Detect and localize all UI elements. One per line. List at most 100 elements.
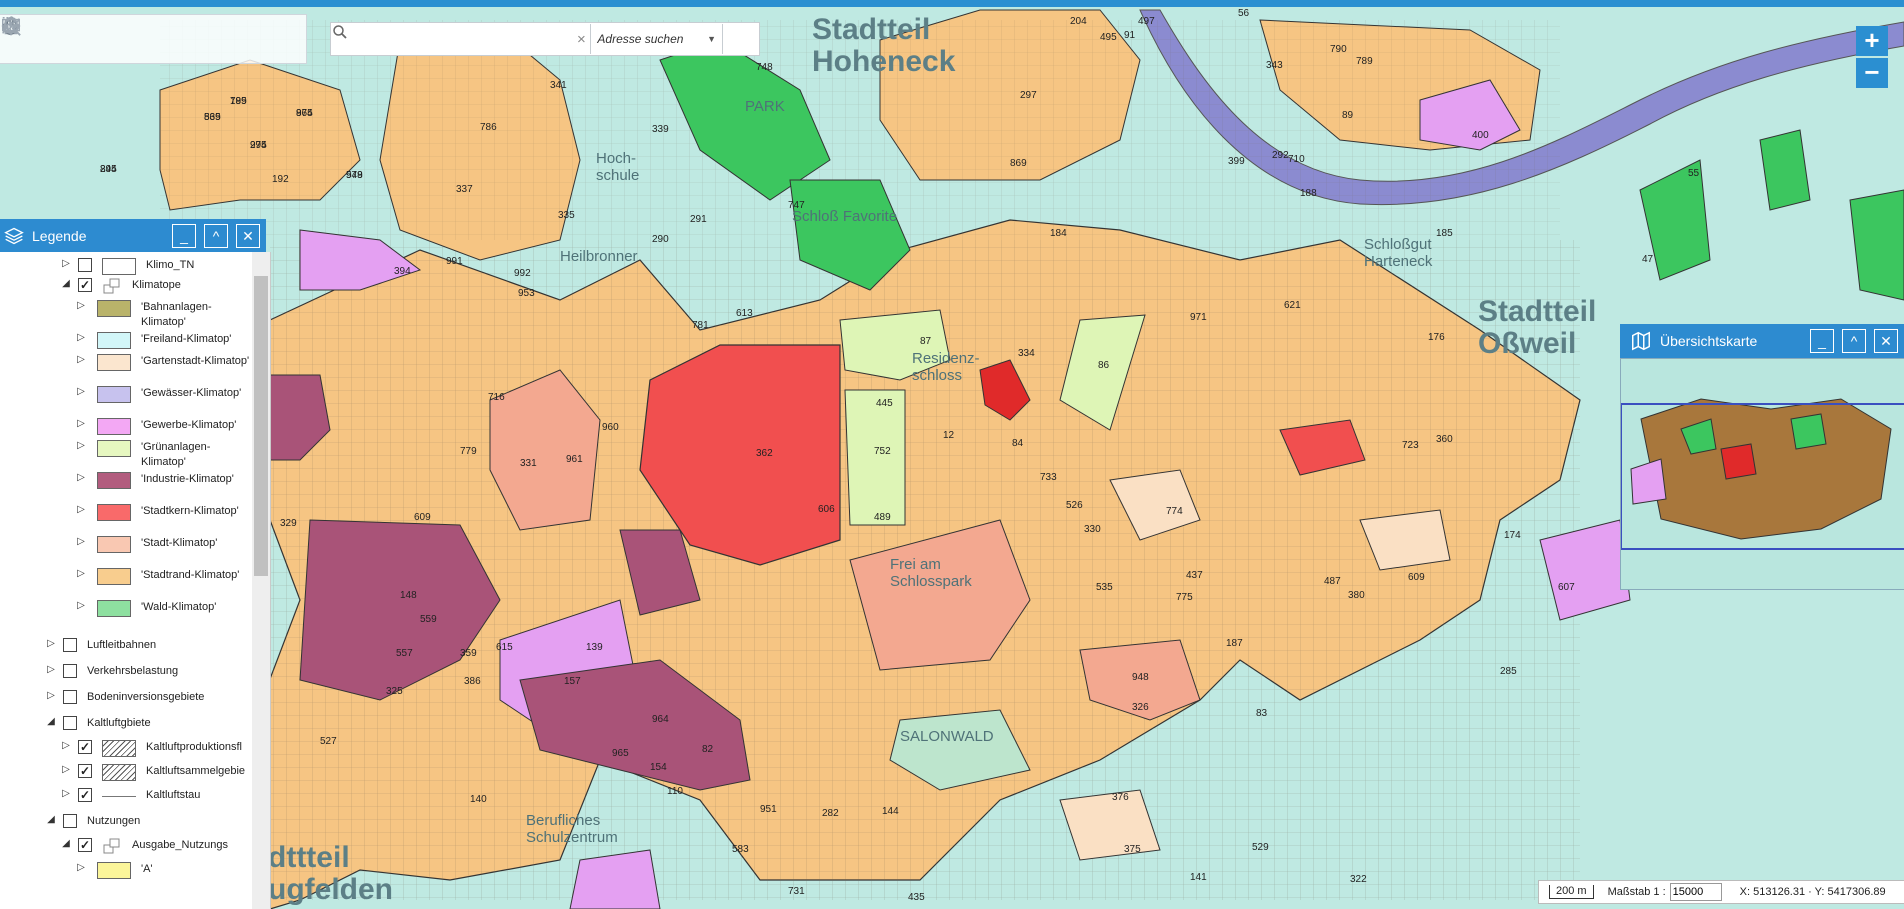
expand-toggle-icon[interactable]: ▷ (75, 386, 87, 397)
map-polygon-id: 961 (566, 454, 583, 465)
expand-toggle-icon[interactable]: ◢ (45, 814, 57, 825)
expand-toggle-icon[interactable]: ▷ (60, 788, 72, 799)
legend-swatch (102, 788, 136, 805)
legend-item[interactable]: ▷ Luftleitbahnen (45, 638, 156, 653)
legend-item[interactable]: ◢ ✓ Klimatope (60, 278, 181, 295)
legend-item[interactable]: ▷ 'Gewässer-Klimatop' (75, 386, 241, 403)
label-icon[interactable]: ABC (2, 18, 306, 59)
search-mode-select[interactable]: Adresse suchen ▼ (590, 24, 722, 54)
collapse-button[interactable]: ^ (204, 224, 228, 248)
map-polygon-id: 559 (420, 614, 437, 625)
legend-scrollbar[interactable] (252, 252, 270, 909)
map-polygon-id: 786 (480, 122, 497, 133)
overview-header[interactable]: Übersichtskarte _ ^ ✕ (1620, 324, 1904, 358)
legend-item[interactable]: ▷ 'Freiland-Klimatop' (75, 332, 231, 349)
scroll-thumb[interactable] (254, 276, 268, 576)
search-input[interactable] (331, 26, 573, 52)
hand-icon[interactable] (2, 16, 68, 59)
legend-checkbox[interactable] (63, 814, 77, 828)
legend-item[interactable]: ◢ Kaltluftgbiete (45, 716, 151, 731)
legend-checkbox[interactable]: ✓ (78, 788, 92, 802)
legend-item[interactable]: ▷ Klimo_TN (60, 258, 194, 275)
legend-item[interactable]: ▷ 'Stadtrand-Klimatop' (75, 568, 239, 585)
zoom-box-icon[interactable] (2, 17, 102, 59)
legend-item[interactable]: ▷ ✓ Kaltluftstau (60, 788, 200, 805)
legend-item[interactable]: ▷ 'Stadt-Klimatop' (75, 536, 217, 553)
expand-toggle-icon[interactable]: ▷ (60, 764, 72, 775)
measure-line-icon[interactable] (2, 18, 204, 59)
pin-icon[interactable] (4, 17, 136, 59)
expand-toggle-icon[interactable]: ◢ (45, 716, 57, 727)
close-button[interactable]: ✕ (236, 224, 260, 248)
marker-icon[interactable] (4, 17, 170, 59)
legend-item[interactable]: ▷ Bodeninversionsgebiete (45, 690, 204, 705)
expand-toggle-icon[interactable]: ▷ (75, 504, 87, 515)
close-button[interactable]: ✕ (1874, 329, 1898, 353)
legend-item[interactable]: ▷ 'Stadtkern-Klimatop' (75, 504, 239, 521)
expand-toggle-icon[interactable]: ▷ (45, 690, 57, 701)
legend-item-label: 'A' (141, 863, 153, 875)
legend-item[interactable]: ▷ 'Wald-Klimatop' (75, 600, 216, 617)
zoom-out-button[interactable]: − (1856, 58, 1888, 88)
legend-item[interactable]: ▷ Verkehrsbelastung (45, 664, 178, 679)
map-polygon-id: 964 (652, 714, 669, 725)
map-polygon-id: 335 (558, 210, 575, 221)
legend-checkbox[interactable]: ✓ (78, 278, 92, 292)
klimatope-map[interactable]: 199865 864295549294786341339748297204495 9… (0, 0, 1904, 909)
scale-bar: 200 m Maßstab 1 : X: 513126.31 · Y: 5417… (1538, 880, 1904, 904)
expand-toggle-icon[interactable]: ▷ (60, 258, 72, 269)
minimize-button[interactable]: _ (172, 224, 196, 248)
expand-toggle-icon[interactable]: ◢ (60, 278, 72, 289)
legend-item-label: 'Industrie-Klimatop' (141, 473, 234, 485)
legend-checkbox[interactable]: ✓ (78, 764, 92, 778)
expand-toggle-icon[interactable]: ▷ (75, 472, 87, 483)
legend-checkbox[interactable] (63, 716, 77, 730)
clear-icon[interactable]: × (572, 31, 590, 48)
map-polygon-id: 539 (204, 112, 221, 123)
legend-item[interactable]: ▷ 'Bahnanlagen-Klimatop' (75, 300, 251, 330)
legend-item[interactable]: ▷ 'Industrie-Klimatop' (75, 472, 234, 489)
minimize-button[interactable]: _ (1810, 329, 1834, 353)
legend-item[interactable]: ▷ ✓ Kaltluftproduktionsfl (60, 740, 242, 757)
expand-toggle-icon[interactable]: ▷ (75, 600, 87, 611)
collapse-button[interactable]: ^ (1842, 329, 1866, 353)
map-label-heilbronner: Heilbronner (560, 248, 638, 265)
legend-item-label: Klimatope (132, 279, 181, 291)
expand-toggle-icon[interactable]: ▷ (75, 300, 87, 311)
expand-toggle-icon[interactable]: ▷ (75, 440, 87, 451)
legend-header[interactable]: Legende _ ^ ✕ (0, 219, 266, 253)
legend-item[interactable]: ▷ ✓ Kaltluftsammelgebie (60, 764, 245, 781)
legend-checkbox[interactable] (78, 258, 92, 272)
legend-checkbox[interactable] (63, 664, 77, 678)
search-button[interactable] (333, 24, 759, 54)
legend-checkbox[interactable]: ✓ (78, 740, 92, 754)
legend-item[interactable]: ▷ 'Gartenstadt-Klimatop' (75, 354, 249, 371)
expand-toggle-icon[interactable]: ▷ (75, 354, 87, 365)
expand-toggle-icon[interactable]: ▷ (45, 664, 57, 675)
legend-item[interactable]: ◢ Nutzungen (45, 814, 140, 829)
expand-toggle-icon[interactable]: ▷ (45, 638, 57, 649)
legend-swatch (97, 440, 131, 457)
legend-checkbox[interactable]: ✓ (78, 838, 92, 852)
expand-toggle-icon[interactable]: ▷ (75, 862, 87, 873)
expand-toggle-icon[interactable]: ▷ (75, 332, 87, 343)
map-polygon-id: 723 (1402, 440, 1419, 451)
legend-item[interactable]: ▷ 'Grünanlagen-Klimatop' (75, 440, 251, 470)
map-canvas[interactable]: 199 865 864 295 549 294 786 341 339 748 297 204 495 9… (0, 0, 1904, 909)
legend-item[interactable]: ◢ ✓ Ausgabe_Nutzungs (60, 838, 228, 855)
expand-toggle-icon[interactable]: ▷ (75, 536, 87, 547)
zoom-in-button[interactable]: + (1856, 26, 1888, 56)
legend-checkbox[interactable] (63, 638, 77, 652)
expand-toggle-icon[interactable]: ◢ (60, 838, 72, 849)
legend-item[interactable]: ▷ 'A' (75, 862, 153, 879)
measure-area-icon[interactable] (2, 17, 238, 59)
overview-map[interactable] (1620, 358, 1904, 590)
expand-toggle-icon[interactable]: ▷ (75, 568, 87, 579)
legend-item[interactable]: ▷ 'Gewerbe-Klimatop' (75, 418, 236, 435)
expand-toggle-icon[interactable]: ▷ (60, 740, 72, 751)
expand-toggle-icon[interactable]: ▷ (75, 418, 87, 429)
legend-checkbox[interactable] (63, 690, 77, 704)
target-icon[interactable] (1, 16, 272, 59)
scale-input[interactable] (1669, 883, 1722, 901)
map-polygon-id: 359 (460, 648, 477, 659)
